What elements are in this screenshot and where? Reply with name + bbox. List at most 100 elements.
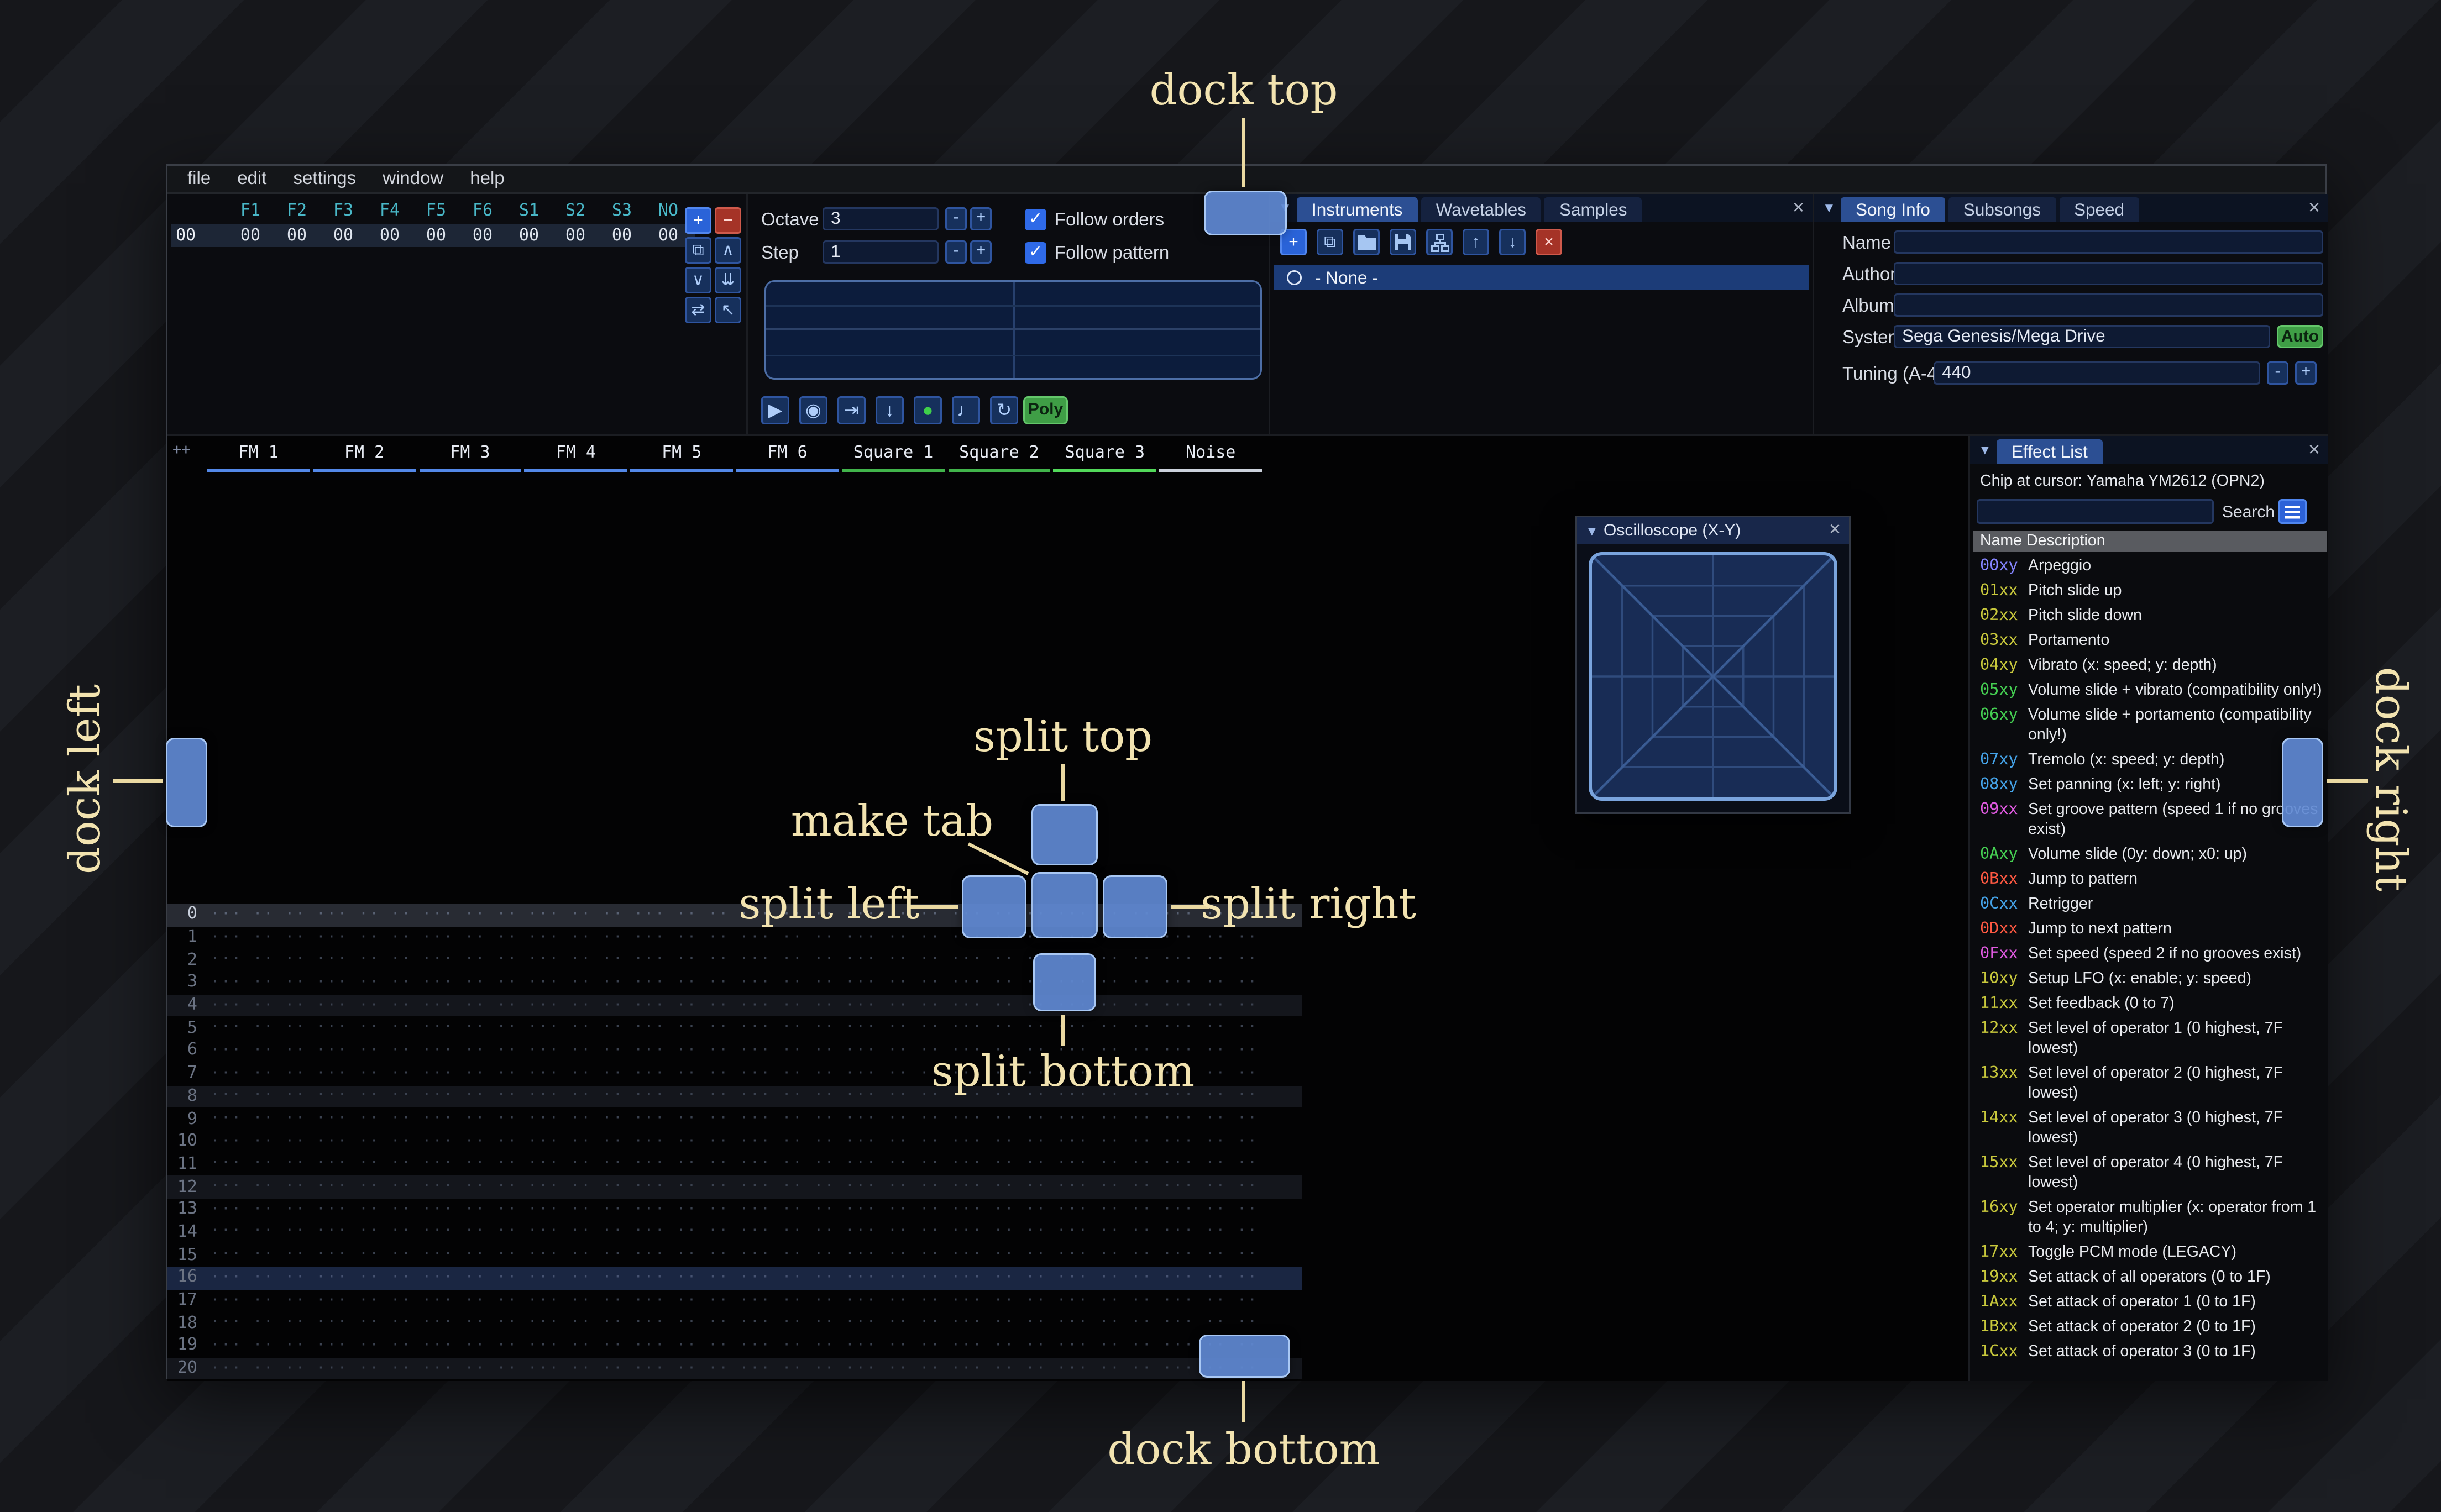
pattern-cell[interactable]: ··· ·· ·· ··· [1052,1020,1157,1037]
tuning-increase-button[interactable]: + [2295,361,2317,385]
pattern-cell[interactable]: ··· ·· ·· ··· [311,975,417,991]
pattern-cell[interactable]: ··· ·· ·· ··· [629,1361,735,1377]
pattern-cell[interactable]: ··· ·· ·· ··· [206,1020,311,1037]
pattern-cell[interactable]: ··· ·· ·· ··· [629,1020,735,1037]
channel-header[interactable]: Noise [1158,441,1264,473]
pattern-cell[interactable]: ··· ·· ·· ··· [1052,1270,1157,1287]
pattern-cell[interactable]: ··· ·· ·· ··· [840,998,946,1014]
pattern-cell[interactable]: ··· ·· ·· ··· [206,1065,311,1082]
channel-header[interactable]: Square 2 [946,441,1052,473]
move-instrument-down-button[interactable]: ↓ [1499,229,1526,255]
pattern-row[interactable]: 20 ··· ·· ·· ··· ·· · · · ·· ·· ·· ·· · · · · · ·… [167,1357,1302,1380]
pattern-cell[interactable]: ··· ·· ·· ··· [1052,1338,1157,1355]
pattern-cell[interactable]: ··· ·· ·· ··· [946,1201,1052,1218]
pattern-cell[interactable]: ··· ·· ·· ··· [417,1156,523,1173]
pattern-cell[interactable]: ··· ·· ·· ··· [946,1315,1052,1332]
split-right-target[interactable] [1103,875,1167,938]
order-duplicate-deep-button[interactable]: ⇊ [715,267,741,293]
pattern-cell[interactable]: ··· ·· ·· ··· [1158,930,1264,946]
pattern-cell[interactable]: ··· ·· ·· ··· [206,998,311,1014]
pattern-cell[interactable]: ··· ·· ·· ··· [735,1293,840,1309]
pattern-cell[interactable]: ··· ·· ·· ··· [840,1315,946,1332]
open-instrument-button[interactable] [1353,229,1380,255]
pattern-cell[interactable]: ··· ·· ·· ··· [840,1361,946,1377]
pattern-cell[interactable]: ··· ·· ·· ··· [523,1156,628,1173]
pattern-row[interactable]: 5 ··· ·· ·· ··· ·· · · · ·· ·· ·· ·· · · · · · ··… [167,1017,1302,1040]
pattern-cell[interactable]: ··· ·· ·· ··· [946,1224,1052,1241]
pattern-cell[interactable]: ··· ·· ·· ··· [417,907,523,923]
instrument-list-item[interactable]: - None - [1274,265,1809,290]
pattern-cell[interactable]: ··· ·· ·· ··· [417,1111,523,1127]
order-edit-mode-button[interactable]: ↖ [715,297,741,323]
pattern-row[interactable]: 18 ··· ·· ·· ··· ·· · · · ·· ·· ·· ·· · · · · · ·… [167,1312,1302,1335]
pattern-cell[interactable]: ··· ·· ·· ··· [311,1315,417,1332]
pattern-cell[interactable]: ··· ·· ·· ··· [1158,1247,1264,1263]
pattern-cell[interactable]: ··· ·· ·· ··· [735,1315,840,1332]
pattern-cell[interactable]: ··· ·· ·· ··· [417,1179,523,1195]
pattern-cell[interactable]: ··· ·· ·· ··· [206,1179,311,1195]
pattern-cell[interactable]: ··· ·· ·· ··· [417,1133,523,1150]
order-add-button[interactable]: + [685,207,711,234]
pattern-cell[interactable]: ··· ·· ·· ··· [311,1270,417,1287]
pattern-cell[interactable]: ··· ·· ·· ··· [523,975,628,991]
pattern-cell[interactable]: ··· ·· ·· ··· [735,1065,840,1082]
pattern-cell[interactable]: ··· ·· ·· ··· [840,975,946,991]
order-move-down-button[interactable]: ∨ [685,267,711,293]
pattern-cell[interactable]: ··· ·· ·· ··· [1158,952,1264,969]
pattern-cell[interactable]: ··· ·· ·· ··· [311,1133,417,1150]
pattern-row[interactable]: 10 ··· ·· ·· ··· ·· · · · ·· ·· ·· ·· · · · · · ·… [167,1131,1302,1153]
pattern-cell[interactable]: ··· ·· ·· ··· [1158,975,1264,991]
pattern-cell[interactable]: ··· ·· ·· ··· [311,1224,417,1241]
pattern-cell[interactable]: ··· ·· ·· ··· [523,1133,628,1150]
pattern-cell[interactable]: ··· ·· ·· ··· [840,1133,946,1150]
pattern-cell[interactable]: ··· ·· ·· ··· [840,1156,946,1173]
dock-top-target[interactable] [1204,191,1287,235]
step-increase-button[interactable]: + [970,240,992,264]
pattern-cell[interactable]: ··· ·· ·· ··· [417,930,523,946]
order-move-up-button[interactable]: ∧ [715,237,741,264]
pattern-row[interactable]: 17 ··· ·· ·· ··· ·· · · · ·· ·· ·· ·· · · · · · ·… [167,1289,1302,1312]
pattern-cell[interactable]: ··· ·· ·· ··· [1158,1020,1264,1037]
pattern-cell[interactable]: ··· ·· ·· ··· [735,1270,840,1287]
pattern-cell[interactable]: ··· ·· ·· ··· [735,1179,840,1195]
pattern-cell[interactable]: ··· ·· ·· ··· [417,1361,523,1377]
collapse-arrow-icon[interactable]: ▼ [1978,443,1992,458]
pattern-cell[interactable]: ··· ·· ·· ··· [946,1338,1052,1355]
pattern-cell[interactable]: ··· ·· ·· ··· [206,1224,311,1241]
pattern-cell[interactable]: ··· ·· ·· ··· [629,1315,735,1332]
pattern-cell[interactable]: ··· ·· ·· ··· [523,998,628,1014]
pattern-cell[interactable]: ··· ·· ·· ··· [629,1111,735,1127]
pattern-cell[interactable]: ··· ·· ·· ··· [840,1179,946,1195]
order-cell[interactable]: 00 [599,227,645,245]
pattern-cell[interactable]: ··· ·· ·· ··· [840,1270,946,1287]
split-left-target[interactable] [962,875,1026,938]
pattern-cell[interactable]: ··· ·· ·· ··· [629,907,735,923]
pattern-cell[interactable]: ··· ·· ·· ··· [946,1361,1052,1377]
pattern-cell[interactable]: ··· ·· ·· ··· [311,952,417,969]
pattern-cell[interactable]: ··· ·· ·· ··· [206,930,311,946]
pattern-row[interactable]: 12 ··· ·· ·· ··· ·· · · · ·· ·· ·· ·· · · · · · ·… [167,1175,1302,1199]
pattern-cell[interactable]: ··· ·· ·· ··· [523,930,628,946]
edit-toggle-button[interactable]: ● [914,396,942,424]
pattern-cell[interactable]: ··· ·· ·· ··· [840,930,946,946]
pattern-cell[interactable]: ··· ·· ·· ··· [206,1293,311,1309]
pattern-cell[interactable]: ··· ·· ·· ··· [311,1088,417,1105]
pattern-row[interactable]: 9 ··· ·· ·· ··· ·· · · · ·· ·· ·· ·· · · · · · ··… [167,1108,1302,1131]
menu-item[interactable]: settings [280,167,369,191]
pattern-cell[interactable]: ··· ·· ·· ··· [417,1020,523,1037]
duplicate-instrument-button[interactable]: ⧉ [1317,229,1343,255]
pattern-cell[interactable]: ··· ·· ·· ··· [417,1043,523,1059]
pattern-cell[interactable]: ··· ·· ·· ··· [311,1293,417,1309]
menu-item[interactable]: help [457,167,517,191]
effect-list-tab[interactable]: Effect List [1997,439,2103,464]
pattern-cell[interactable]: ··· ·· ·· ··· [629,930,735,946]
pattern-cell[interactable]: ··· ·· ·· ··· [417,1088,523,1105]
tuning-decrease-button[interactable]: - [2267,361,2288,385]
pattern-cell[interactable]: ··· ·· ·· ··· [523,1361,628,1377]
effect-list-menu-button[interactable] [2278,499,2307,524]
menu-item[interactable]: edit [224,167,280,191]
pattern-cell[interactable]: ··· ·· ·· ··· [206,1315,311,1332]
pattern-cell[interactable]: ··· ·· ·· ··· [840,952,946,969]
pattern-cell[interactable]: ··· ·· ·· ··· [206,952,311,969]
close-icon[interactable]: × [1829,518,1841,540]
